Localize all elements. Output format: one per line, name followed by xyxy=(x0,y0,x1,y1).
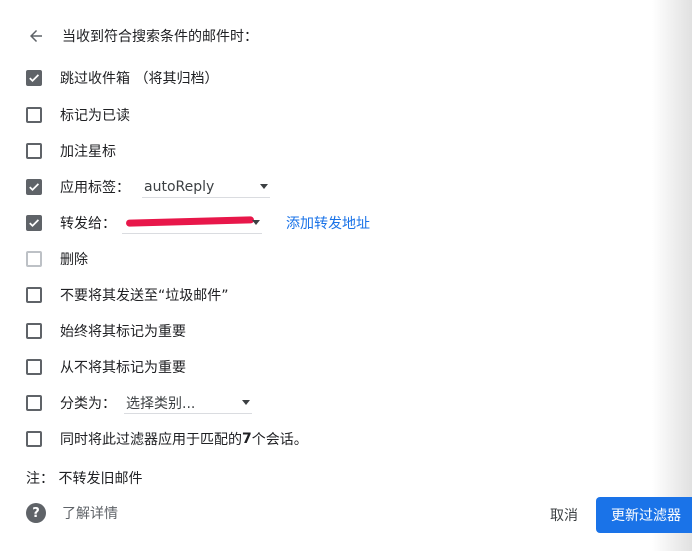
add-forwarding-address-link[interactable]: 添加转发地址 xyxy=(286,213,370,233)
category-select-value: 选择类别... xyxy=(126,395,196,412)
option-star[interactable]: 加注星标 xyxy=(26,139,116,163)
option-label: 始终将其标记为重要 xyxy=(60,324,186,340)
option-label: 应用标签： xyxy=(60,180,130,196)
checkbox-icon[interactable] xyxy=(26,251,42,267)
cancel-button[interactable]: 取消 xyxy=(540,500,588,530)
checkbox-icon[interactable] xyxy=(26,143,42,159)
option-categorize[interactable]: 分类为： 选择类别... xyxy=(26,391,252,415)
option-skip-inbox[interactable]: 跳过收件箱 （将其归档） xyxy=(26,66,218,90)
option-label-suffix: 个会话。 xyxy=(251,432,308,448)
option-always-important[interactable]: 始终将其标记为重要 xyxy=(26,319,186,343)
option-label: 转发给： xyxy=(60,216,116,232)
category-select[interactable]: 选择类别... xyxy=(124,392,252,414)
option-apply-to-matching[interactable]: 同时将此过滤器应用于匹配的 7 个会话。 xyxy=(26,427,308,451)
checkbox-icon[interactable] xyxy=(26,359,42,375)
checkbox-checked-icon[interactable] xyxy=(26,70,42,86)
option-never-important[interactable]: 从不将其标记为重要 xyxy=(26,355,186,379)
learn-more-link[interactable]: 了解详情 xyxy=(62,503,118,523)
option-apply-label[interactable]: 应用标签： autoReply xyxy=(26,175,270,199)
option-label: 从不将其标记为重要 xyxy=(60,360,186,376)
option-never-spam[interactable]: 不要将其发送至“垃圾邮件” xyxy=(26,283,229,307)
checkbox-icon[interactable] xyxy=(26,107,42,123)
option-forward[interactable]: 转发给： 添加转发地址 xyxy=(26,211,370,235)
checkbox-icon[interactable] xyxy=(26,395,42,411)
checkbox-checked-icon[interactable] xyxy=(26,215,42,231)
dropdown-caret-icon xyxy=(252,220,260,225)
dialog-header: 当收到符合搜索条件的邮件时： xyxy=(24,22,258,50)
checkbox-icon[interactable] xyxy=(26,431,42,447)
back-arrow-icon[interactable] xyxy=(24,24,48,48)
checkbox-checked-icon[interactable] xyxy=(26,179,42,195)
dropdown-caret-icon xyxy=(260,184,268,189)
option-label: 标记为已读 xyxy=(60,108,130,124)
update-filter-button[interactable]: 更新过滤器 xyxy=(596,497,692,533)
option-label: 删除 xyxy=(60,252,88,268)
checkbox-icon[interactable] xyxy=(26,323,42,339)
learn-more[interactable]: ? 了解详情 xyxy=(26,503,118,523)
help-icon[interactable]: ? xyxy=(26,503,46,523)
option-label: 跳过收件箱 （将其归档） xyxy=(60,71,219,87)
option-delete[interactable]: 删除 xyxy=(26,247,88,271)
redaction-mark xyxy=(125,216,255,227)
option-mark-read[interactable]: 标记为已读 xyxy=(26,103,130,127)
option-label: 加注星标 xyxy=(60,144,116,160)
option-label: 分类为： xyxy=(60,396,116,412)
checkbox-icon[interactable] xyxy=(26,287,42,303)
label-select-value: autoReply xyxy=(144,178,215,195)
edge-shadow xyxy=(652,0,692,551)
option-label: 不要将其发送至“垃圾邮件” xyxy=(60,288,229,304)
dropdown-caret-icon xyxy=(242,400,250,405)
option-label-prefix: 同时将此过滤器应用于匹配的 xyxy=(60,432,242,448)
forward-address-select[interactable] xyxy=(122,212,262,234)
forward-note: 注： 不转发旧邮件 xyxy=(26,471,143,487)
header-title: 当收到符合搜索条件的邮件时： xyxy=(62,29,258,45)
label-select[interactable]: autoReply xyxy=(142,176,270,198)
matching-count: 7 xyxy=(242,431,252,447)
